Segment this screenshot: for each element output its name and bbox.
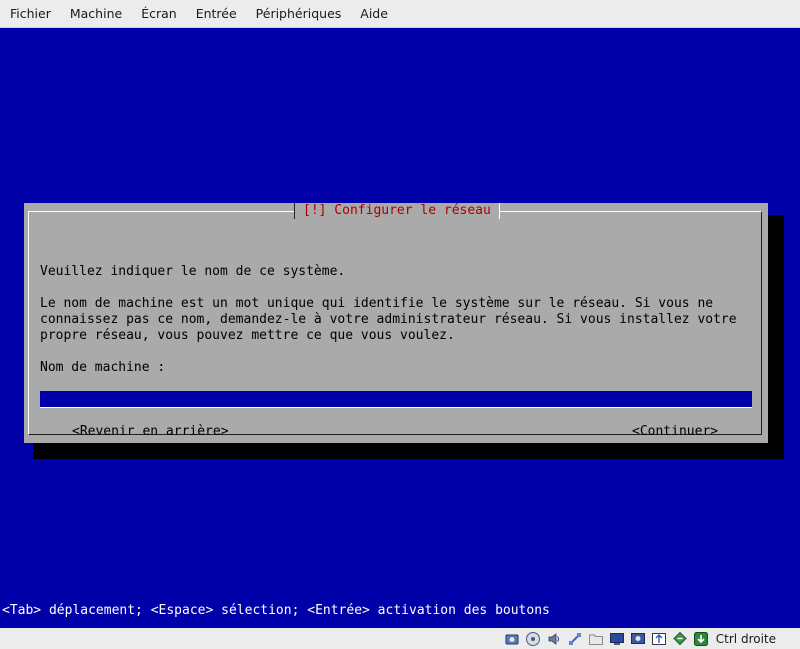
network-icon[interactable] xyxy=(567,631,583,647)
hostname-input[interactable]: vbunsen ________________________________… xyxy=(40,391,752,408)
menu-machine[interactable]: Machine xyxy=(60,0,131,27)
description-line-3: propre réseau, vous pouvez mettre ce que… xyxy=(40,328,455,343)
description-line-2: connaissez pas ce nom, demandez-le à vot… xyxy=(40,312,737,327)
shared-folder-icon[interactable] xyxy=(588,631,604,647)
menu-fichier[interactable]: Fichier xyxy=(0,0,60,27)
menu-aide[interactable]: Aide xyxy=(350,0,397,27)
status-bar: Ctrl droite xyxy=(0,628,800,649)
mouse-integration-icon[interactable] xyxy=(672,631,688,647)
input-fill: ________________________________________… xyxy=(142,407,752,408)
menu-bar: Fichier Machine Écran Entrée Périphériqu… xyxy=(0,0,800,28)
hostname-label: Nom de machine : xyxy=(40,360,166,375)
keyboard-help-line: <Tab> déplacement; <Espace> sélection; <… xyxy=(2,603,550,618)
video-capture-icon[interactable] xyxy=(630,631,646,647)
network-config-dialog: [!] Configurer le réseau Veuillez indiqu… xyxy=(24,203,768,443)
menu-ecran[interactable]: Écran xyxy=(131,0,186,27)
guest-screen[interactable]: [!] Configurer le réseau Veuillez indiqu… xyxy=(0,28,800,628)
hard-disk-icon[interactable] xyxy=(504,631,520,647)
display-icon[interactable] xyxy=(609,631,625,647)
host-key-icon[interactable] xyxy=(693,631,709,647)
audio-icon[interactable] xyxy=(546,631,562,647)
dialog-title: [!] Configurer le réseau xyxy=(294,203,500,219)
usb-icon[interactable] xyxy=(651,631,667,647)
hostname-value: vbunsen xyxy=(87,407,142,408)
host-key-label: Ctrl droite xyxy=(715,631,776,646)
menu-entree[interactable]: Entrée xyxy=(186,0,246,27)
description-line-1: Le nom de machine est un mot unique qui … xyxy=(40,296,714,311)
dialog-prompt: Veuillez indiquer le nom de ce système. xyxy=(40,264,346,279)
back-button[interactable]: <Revenir en arrière> xyxy=(72,424,229,440)
optical-drive-icon[interactable] xyxy=(525,631,541,647)
menu-peripheriques[interactable]: Périphériques xyxy=(246,0,351,27)
continue-button[interactable]: <Continuer> xyxy=(632,424,718,440)
